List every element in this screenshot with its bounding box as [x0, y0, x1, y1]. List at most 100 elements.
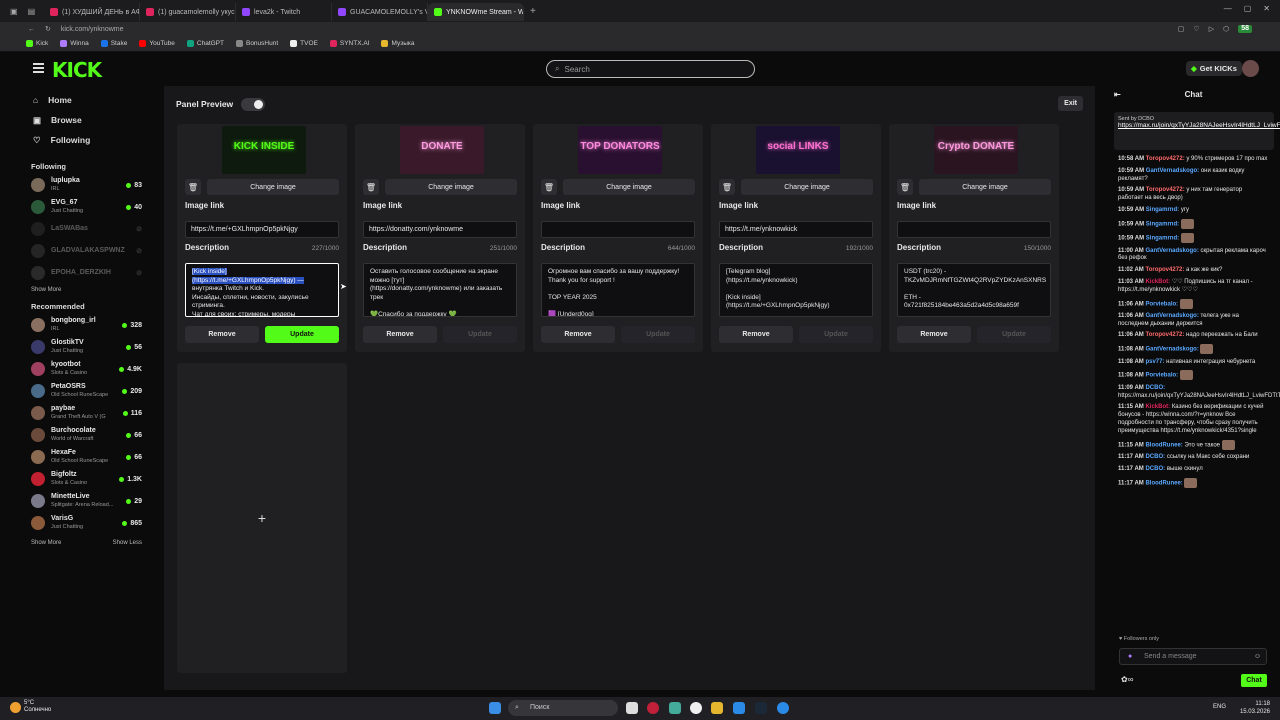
message-username[interactable]: Toropov4272: [1146, 156, 1185, 162]
delete-image-icon[interactable]: 🗑 [897, 179, 913, 195]
panel-image[interactable]: KICK INSIDE [222, 126, 306, 174]
message-username[interactable]: Porviebalo: [1145, 301, 1178, 307]
windows-start-icon[interactable] [489, 702, 501, 714]
channel-item[interactable]: GlostikTV Just Chatting 56 [0, 336, 164, 358]
channel-item[interactable]: MinetteLive Splitgate: Arena Reload... 29 [0, 490, 164, 512]
remove-panel-button[interactable]: Remove [541, 326, 615, 343]
clock[interactable]: 11:18 15.03.2026 [1240, 700, 1270, 716]
screenshot-icon[interactable]: ▢ [1178, 25, 1185, 33]
telegram-icon[interactable] [733, 702, 745, 714]
message-username[interactable]: Porviebalo: [1145, 373, 1178, 379]
message-username[interactable]: Singamrnd: [1146, 236, 1179, 242]
panel-preview-toggle[interactable] [241, 97, 266, 111]
emote-icon[interactable]: ● [1128, 649, 1132, 664]
change-image-button[interactable]: Change image [563, 179, 695, 195]
bookmark-item[interactable]: Kick [26, 40, 48, 47]
settings-icon[interactable]: ✿∞ [1121, 675, 1133, 684]
message-username[interactable]: Toropov4272: [1146, 187, 1185, 193]
bookmark-item[interactable]: Winna [60, 40, 89, 47]
message-username[interactable]: KickBot: [1145, 404, 1170, 410]
browser-tab[interactable]: (1) guacamolemolly укус [140, 3, 236, 21]
change-image-button[interactable]: Change image [741, 179, 873, 195]
back-icon[interactable]: ← [28, 26, 35, 33]
bookmark-item[interactable]: BonusHunt [235, 40, 278, 47]
description-textarea[interactable]: [Telegram blog] (https://t.me/ynknowkick… [719, 263, 873, 317]
update-panel-button[interactable]: Update [265, 326, 339, 343]
browser-tab[interactable]: YNKNOWme Stream - We [428, 3, 524, 21]
channel-item[interactable]: Burchocolate World of Warcraft 66 [0, 424, 164, 446]
weather-widget[interactable]: 5°C Солнечно [24, 700, 51, 714]
change-image-button[interactable]: Change image [919, 179, 1051, 195]
user-avatar[interactable] [1242, 60, 1259, 77]
remove-panel-button[interactable]: Remove [719, 326, 793, 343]
chat-input[interactable]: ● Send a message ☺ [1119, 648, 1267, 665]
exit-button[interactable]: Exit [1058, 96, 1083, 111]
new-tab-icon[interactable]: + [530, 6, 536, 17]
browser-tab[interactable]: (1) ХУДШИЙ ДЕНЬ в АФИ [44, 3, 140, 21]
show-less-link[interactable]: Show Less [113, 537, 142, 549]
message-username[interactable]: psv77: [1145, 359, 1164, 365]
sidebar-item-following[interactable]: ♡ Following [0, 130, 164, 150]
change-image-button[interactable]: Change image [207, 179, 339, 195]
update-panel-button[interactable]: Update [977, 326, 1051, 343]
app-icon[interactable] [777, 702, 789, 714]
panel-image[interactable]: TOP DONATORS [578, 126, 662, 174]
bookmark-item[interactable]: YouTube [139, 40, 175, 47]
tab-list-icon[interactable]: ▤ [28, 7, 36, 16]
sidebar-item-home[interactable]: ⌂ Home [0, 90, 164, 110]
browser-tab[interactable]: leva2k - Twitch [236, 3, 332, 21]
language-indicator[interactable]: ENG [1213, 704, 1226, 710]
smile-icon[interactable]: ☺ [1254, 649, 1261, 664]
message-username[interactable]: Singamrnd: [1146, 221, 1179, 227]
channel-item[interactable]: Bigfoltz Slots & Casino 1.3K [0, 468, 164, 490]
delete-image-icon[interactable]: 🗑 [541, 179, 557, 195]
collapse-chat-icon[interactable]: ⇤ [1114, 87, 1121, 103]
kick-logo[interactable]: KICK [52, 58, 102, 82]
minimize-icon[interactable]: — [1224, 4, 1232, 13]
update-panel-button[interactable]: Update [621, 326, 695, 343]
channel-item[interactable]: paybae Grand Theft Auto V (G 116 [0, 402, 164, 424]
channel-item[interactable]: VarisG Just Chatting 865 [0, 512, 164, 534]
task-view-icon[interactable] [626, 702, 638, 714]
channel-item[interactable]: kyootbot Slots & Casino 4.9K [0, 358, 164, 380]
panel-image[interactable]: DONATE [400, 126, 484, 174]
windows-search[interactable]: ⌕ Поиск [508, 700, 618, 716]
update-panel-button[interactable]: Update [799, 326, 873, 343]
channel-item[interactable]: luplupka IRL 83 [0, 174, 164, 196]
channel-item[interactable]: PetaOSRS Old School RuneScape 209 [0, 380, 164, 402]
description-textarea[interactable]: [Kick inside] (https://t.me/+GXLhmpnOp5p… [185, 263, 339, 317]
menu-icon[interactable] [33, 63, 44, 73]
description-textarea[interactable]: Оставить голосовое сообщение на экране м… [363, 263, 517, 317]
close-icon[interactable]: ✕ [1263, 4, 1270, 13]
message-username[interactable]: DCBO: [1145, 385, 1165, 391]
remove-panel-button[interactable]: Remove [363, 326, 437, 343]
image-link-input[interactable]: https://t.me/ynknowkick [719, 221, 873, 238]
channel-item[interactable]: LaSWABas ⊘ [0, 218, 164, 240]
message-username[interactable]: GantVernadskogo: [1145, 347, 1198, 353]
chrome-icon[interactable] [669, 702, 681, 714]
message-username[interactable]: Singamrnd: [1146, 207, 1179, 213]
chat-send-button[interactable]: Chat [1241, 674, 1267, 687]
channel-item[interactable]: EPOHA_DERZKIH ⊘ [0, 262, 164, 284]
delete-image-icon[interactable]: 🗑 [185, 179, 201, 195]
bookmark-item[interactable]: Stake [100, 40, 127, 47]
image-link-input[interactable]: https://donatty.com/ynknowme [363, 221, 517, 238]
update-panel-button[interactable]: Update [443, 326, 517, 343]
yandex-icon[interactable] [690, 702, 702, 714]
explorer-icon[interactable] [711, 702, 723, 714]
panel-image[interactable]: Crypto DONATE [934, 126, 1018, 174]
remove-panel-button[interactable]: Remove [185, 326, 259, 343]
bookmark-item[interactable]: SYNTX.AI [329, 40, 369, 47]
bookmark-icon[interactable]: ♡ [1193, 25, 1199, 33]
delete-image-icon[interactable]: 🗑 [719, 179, 735, 195]
channel-item[interactable]: GLADVALAKASPWNZ ⊘ [0, 240, 164, 262]
message-username[interactable]: Toropov4272: [1145, 332, 1184, 338]
channel-item[interactable]: bongbong_irl IRL 328 [0, 314, 164, 336]
search-input[interactable]: ⌕ Search [546, 60, 755, 78]
message-username[interactable]: GantVernadskogo: [1146, 168, 1199, 174]
browser-tab[interactable]: GUACAMOLEMOLLY's Vi [332, 3, 428, 21]
channel-item[interactable]: EVG_67 Just Chatting 40 [0, 196, 164, 218]
extensions-icon[interactable]: ⬡ [1223, 25, 1229, 33]
image-link-input[interactable] [897, 221, 1051, 238]
show-more-link[interactable]: Show More [31, 284, 61, 296]
